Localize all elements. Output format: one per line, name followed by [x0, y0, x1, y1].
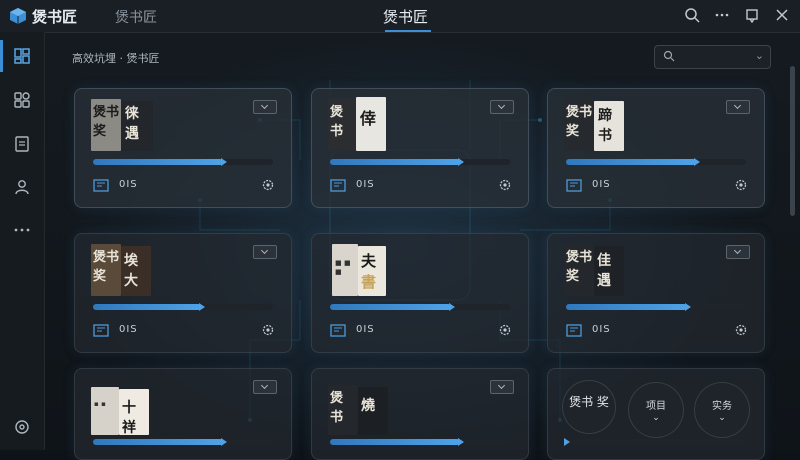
- card-menu-dropdown[interactable]: [253, 100, 277, 114]
- sidebar-item-documents[interactable]: [0, 124, 44, 164]
- book-card[interactable]: ▪ ▪ 十祥: [74, 368, 292, 460]
- active-tab-indicator: [385, 30, 431, 32]
- chevron-down-icon: ⌄: [754, 49, 764, 62]
- book-card[interactable]: 煲书 燒: [311, 368, 529, 460]
- breadcrumb: 高效坑埋 · 煲书匠: [72, 52, 160, 65]
- sidebar-item-user[interactable]: [0, 167, 44, 207]
- calendar-icon: [93, 179, 109, 192]
- book-card[interactable]: 煲书奖 埃大 0IS: [74, 233, 292, 353]
- gear-icon[interactable]: [734, 323, 748, 337]
- card-menu-dropdown[interactable]: [490, 380, 514, 394]
- book-cover: 煲书 燒: [328, 379, 392, 435]
- book-card[interactable]: 煲书奖 佳遇 0IS: [547, 233, 765, 353]
- title-bar: 煲书匠 煲书匠 煲书匠: [0, 0, 800, 33]
- more-icon[interactable]: [713, 7, 731, 25]
- sidebar-item-grid[interactable]: [0, 80, 44, 120]
- card-menu-dropdown[interactable]: [253, 380, 277, 394]
- card-label: 0IS: [592, 324, 611, 335]
- grid-icon: [14, 92, 30, 108]
- dashboard-icon: [14, 48, 30, 64]
- quick-action-label: 煲书 奖: [569, 395, 609, 409]
- card-label: 0IS: [119, 324, 138, 335]
- gear-icon[interactable]: [734, 178, 748, 192]
- more-icon: [14, 228, 30, 232]
- card-label: 0IS: [119, 179, 138, 190]
- calendar-icon: [93, 324, 109, 337]
- progress-bar: [566, 303, 746, 311]
- card-label: 0IS: [592, 179, 611, 190]
- sidebar-item-dashboard[interactable]: [0, 36, 44, 76]
- search-icon: [663, 50, 675, 62]
- card-menu-dropdown[interactable]: [726, 100, 750, 114]
- practice-label: 实务: [712, 401, 732, 412]
- gear-icon[interactable]: [261, 323, 275, 337]
- book-card[interactable]: 煲书 倖 0IS: [311, 88, 529, 208]
- tab-bookshelf[interactable]: 煲书匠: [115, 7, 157, 27]
- document-icon: [15, 136, 29, 152]
- app-title: 煲书匠: [32, 8, 78, 26]
- book-cover: 煲书奖 佳遇: [564, 244, 628, 296]
- book-cover: 煲书奖 蹄书: [564, 99, 628, 151]
- gear-icon[interactable]: [498, 323, 512, 337]
- progress-bar: [330, 303, 510, 311]
- project-bubble[interactable]: 项目 ⌄: [628, 382, 684, 438]
- book-cover: ▪ ▪ 十祥: [91, 379, 155, 436]
- gear-icon[interactable]: [498, 178, 512, 192]
- progress-bar: [564, 438, 746, 446]
- progress-bar: [93, 158, 273, 166]
- sidebar-item-more[interactable]: [0, 210, 44, 250]
- search-icon[interactable]: [683, 7, 701, 25]
- calendar-icon: [566, 324, 582, 337]
- progress-bar: [93, 303, 273, 311]
- book-cover: 煲书奖 埃大: [91, 244, 155, 296]
- progress-bar: [330, 158, 510, 166]
- close-icon[interactable]: [773, 7, 791, 25]
- chevron-down-icon: ⌄: [652, 413, 660, 423]
- book-cover: 煲书奖 徕遇: [91, 99, 155, 151]
- user-icon: [15, 180, 29, 195]
- card-menu-dropdown[interactable]: [490, 100, 514, 114]
- project-label: 项目: [646, 401, 666, 412]
- chevron-down-icon: ⌄: [718, 413, 726, 423]
- practice-bubble[interactable]: 实务 ⌄: [694, 382, 750, 438]
- card-label: 0IS: [356, 324, 375, 335]
- tab-bookshelf-active[interactable]: 煲书匠: [383, 6, 428, 27]
- calendar-icon: [566, 179, 582, 192]
- sidebar: [0, 32, 45, 450]
- progress-bar: [330, 438, 510, 446]
- app-logo-icon: [10, 8, 26, 24]
- card-label: 0IS: [356, 179, 375, 190]
- pin-icon[interactable]: [743, 7, 761, 25]
- gear-icon[interactable]: [261, 178, 275, 192]
- calendar-icon: [330, 324, 346, 337]
- book-card[interactable]: ■ ■ ■ 夫書 0IS: [311, 233, 529, 353]
- settings-icon: [15, 420, 29, 434]
- book-card[interactable]: 煲书奖 徕遇 0IS: [74, 88, 292, 208]
- card-menu-dropdown[interactable]: [253, 245, 277, 259]
- search-input[interactable]: ⌄: [654, 45, 771, 69]
- book-cover: 煲书 倖: [328, 97, 392, 151]
- quick-action-bubble[interactable]: 煲书 奖: [562, 380, 616, 434]
- book-card[interactable]: 煲书奖 蹄书 0IS: [547, 88, 765, 208]
- calendar-icon: [330, 179, 346, 192]
- card-menu-dropdown[interactable]: [726, 245, 750, 259]
- progress-bar: [93, 438, 273, 446]
- sidebar-item-settings[interactable]: [0, 407, 44, 447]
- scrollbar-thumb[interactable]: [790, 66, 795, 216]
- book-cover: ■ ■ ■ 夫書: [328, 244, 392, 296]
- progress-bar: [566, 158, 746, 166]
